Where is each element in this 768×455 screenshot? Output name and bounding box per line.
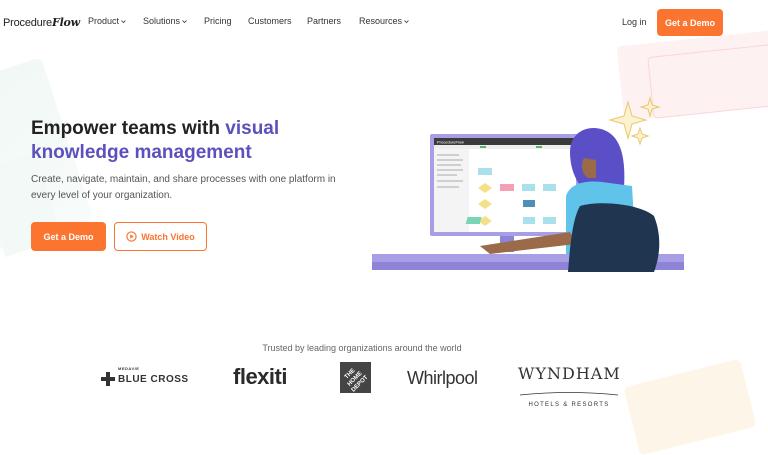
medavie-blue-cross-logo: MEDAVIE BLUE CROSS	[101, 366, 189, 386]
hero-illustration: ProcedureFlow	[372, 96, 684, 272]
nav-customers[interactable]: Customers	[248, 16, 292, 26]
nav-resources[interactable]: Resources	[359, 16, 409, 26]
get-demo-button-hero[interactable]: Get a Demo	[31, 222, 106, 251]
chevron-down-icon	[404, 19, 409, 23]
sparkle-icon	[630, 126, 650, 146]
screen-logo: ProcedureFlow	[437, 140, 464, 145]
play-circle-icon	[126, 231, 137, 242]
watch-video-button[interactable]: Watch Video	[114, 222, 207, 251]
nav-solutions[interactable]: Solutions	[143, 16, 187, 26]
whirlpool-logo: Whirlpool	[407, 368, 478, 388]
get-demo-button-header[interactable]: Get a Demo	[657, 9, 723, 36]
wyndham-arc	[519, 392, 619, 396]
login-link[interactable]: Log in	[622, 17, 647, 27]
nav-pricing[interactable]: Pricing	[204, 16, 232, 26]
chair	[568, 203, 660, 272]
hero-subtitle: Create, navigate, maintain, and share pr…	[31, 174, 336, 201]
trusted-by-heading: Trusted by leading organizations around …	[262, 343, 462, 353]
home-depot-logo: THE HOME DEPOT	[340, 362, 371, 394]
cross-icon	[101, 372, 115, 386]
nav-product[interactable]: Product	[88, 16, 126, 26]
flexiti-logo: flexiti	[233, 364, 287, 389]
wyndham-logo: WYNDHAM HOTELS & RESORTS	[518, 364, 621, 408]
sparkle-icon	[639, 96, 661, 118]
hero-title: Empower teams with visual knowledge mana…	[31, 118, 280, 163]
chevron-down-icon	[182, 19, 187, 23]
chevron-down-icon	[121, 19, 126, 23]
customer-logos: MEDAVIE BLUE CROSS flexiti THE HOME DEPO…	[0, 360, 768, 408]
procedureflow-logo[interactable]: ProcedureFlow	[3, 16, 80, 29]
nav-partners[interactable]: Partners	[307, 16, 341, 26]
site-header: ProcedureFlow Product Solutions Pricing …	[0, 0, 768, 44]
